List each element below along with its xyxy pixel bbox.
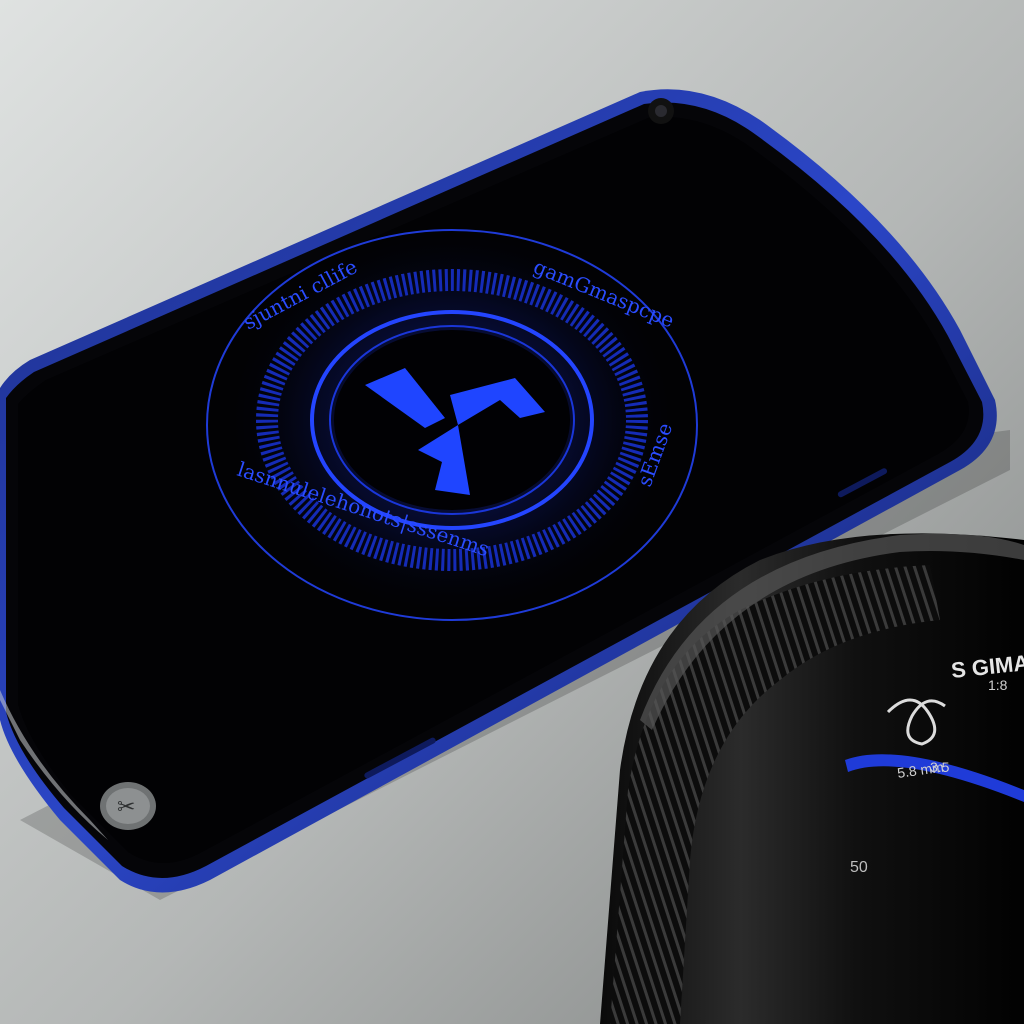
lens-marking-4: 1:8 <box>988 677 1008 693</box>
home-button[interactable]: ✂ <box>100 782 156 830</box>
front-camera-lens <box>655 105 667 117</box>
lens-marking-2: 3.5 <box>930 759 950 775</box>
product-scene: ✂ sjuntni cllife gamGmaspcpe sEmse lasnn… <box>0 0 1024 1024</box>
lens-marking-3: 50 <box>850 859 868 876</box>
scissors-icon: ✂ <box>117 795 135 820</box>
